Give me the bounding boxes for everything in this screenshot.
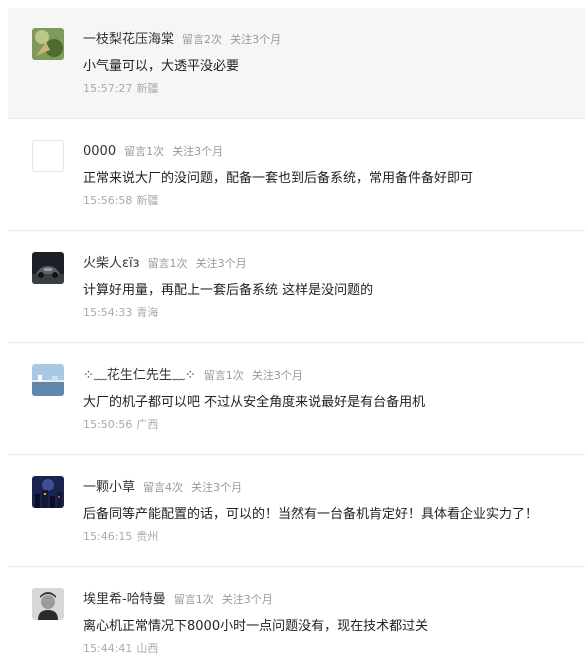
commenter-name[interactable]: 0000 (83, 144, 116, 159)
comment-text: 小气量可以，大透平没必要 (83, 59, 240, 74)
comment-time: 15:50:56 (83, 418, 133, 431)
green-plant-avatar-icon[interactable] (32, 28, 64, 60)
comment-item: 火柴人εïз 留言1次 关注3个月 计算好用量，再配上一套后备系统 这样是没问题的… (8, 232, 585, 343)
car-avatar-icon[interactable] (32, 252, 64, 284)
comment-location: 青海 (136, 306, 159, 319)
reply-count: 留言1次 (173, 593, 214, 606)
comment-text: 大厂的机子都可以吧 不过从安全角度来说最好是有台备用机 (83, 395, 426, 410)
comment-text: 计算好用量，再配上一套后备系统 这样是没问题的 (83, 283, 374, 298)
follow-duration: 关注3个月 (221, 593, 273, 606)
comment-list: 一枝梨花压海棠 留言2次 关注3个月 小气量可以，大透平没必要 15:57:27 新… (0, 0, 585, 665)
follow-duration: 关注3个月 (172, 145, 224, 158)
comment-location: 广西 (136, 418, 159, 431)
comment-time: 15:54:33 (83, 306, 133, 319)
comment-item: 一颗小草 留言4次 关注3个月 后备同等产能配置的话，可以的！当然有一台备机肯定好… (8, 456, 585, 567)
commenter-name[interactable]: 一枝梨花压海棠 (83, 32, 174, 47)
commenter-name[interactable]: 一颗小草 (83, 480, 135, 495)
comment-item: ⁘﹏花生仁先生﹏⁘ 留言1次 关注3个月 大厂的机子都可以吧 不过从安全角度来说最… (8, 344, 585, 455)
follow-duration: 关注3个月 (191, 481, 243, 494)
seaside-avatar-icon[interactable] (32, 364, 64, 396)
reply-count: 留言2次 (182, 33, 223, 46)
reply-count: 留言4次 (143, 481, 184, 494)
comment-location: 山西 (136, 642, 159, 655)
reply-count: 留言1次 (203, 369, 244, 382)
comment-text: 离心机正常情况下8000小时一点问题没有，现在技术都过关 (83, 619, 429, 634)
commenter-name[interactable]: 埃里希-哈特曼 (83, 592, 166, 607)
blank-avatar-icon[interactable] (32, 140, 64, 172)
comment-text: 后备同等产能配置的话，可以的！当然有一台备机肯定好！具体看企业实力了！ (83, 507, 539, 522)
comment-location: 新疆 (136, 194, 159, 207)
follow-duration: 关注3个月 (195, 257, 247, 270)
follow-duration: 关注3个月 (230, 33, 282, 46)
comment-item: 埃里希-哈特曼 留言1次 关注3个月 离心机正常情况下8000小时一点问题没有，现… (8, 568, 585, 665)
comment-time: 15:56:58 (83, 194, 133, 207)
comment-text: 正常来说大厂的没问题，配备一套也到后备系统，常用备件备好即可 (83, 171, 474, 186)
follow-duration: 关注3个月 (251, 369, 303, 382)
comment-time: 15:57:27 (83, 82, 133, 95)
commenter-name[interactable]: ⁘﹏花生仁先生﹏⁘ (83, 368, 196, 383)
portrait-avatar-icon[interactable] (32, 588, 64, 620)
comment-time: 15:46:15 (83, 530, 133, 543)
night-city-avatar-icon[interactable] (32, 476, 64, 508)
comment-item: 一枝梨花压海棠 留言2次 关注3个月 小气量可以，大透平没必要 15:57:27 新… (8, 8, 585, 119)
comment-item: 0000 留言1次 关注3个月 正常来说大厂的没问题，配备一套也到后备系统，常用备… (8, 120, 585, 231)
comment-location: 贵州 (136, 530, 159, 543)
comment-location: 新疆 (136, 82, 159, 95)
commenter-name[interactable]: 火柴人εïз (83, 256, 140, 271)
reply-count: 留言1次 (124, 145, 165, 158)
reply-count: 留言1次 (147, 257, 188, 270)
comment-time: 15:44:41 (83, 642, 133, 655)
